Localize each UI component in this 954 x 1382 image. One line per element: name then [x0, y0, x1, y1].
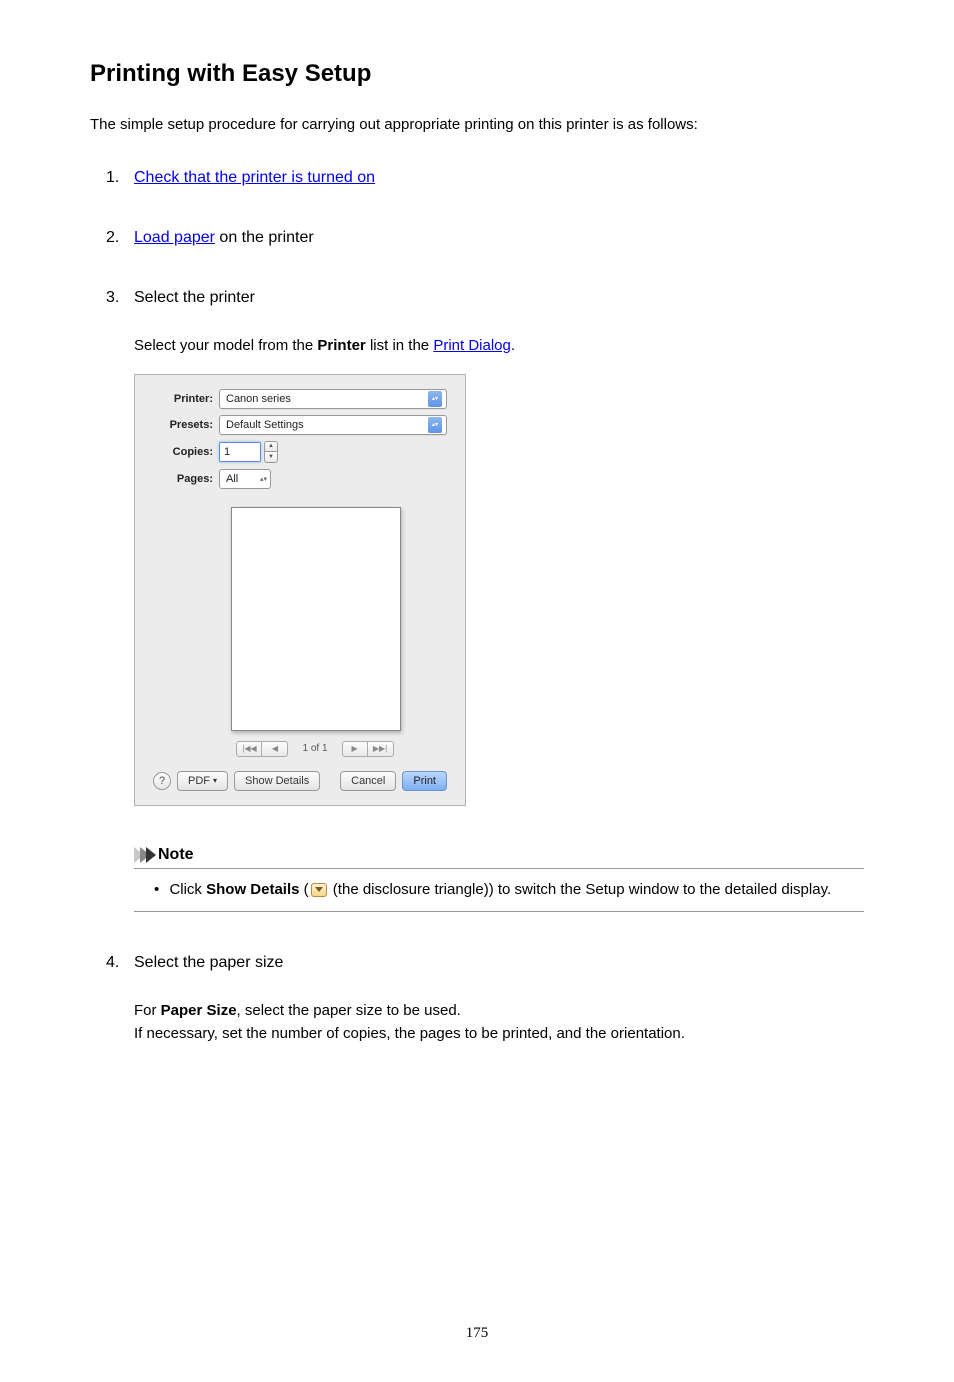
preview-nav: |◀◀ ◀ 1 of 1 ▶ ▶▶| [183, 741, 447, 757]
nav-last-icon[interactable]: ▶▶| [368, 741, 394, 757]
step-3-title: Select the printer [134, 289, 255, 306]
presets-select[interactable]: Default Settings ▴▾ [219, 415, 447, 435]
help-button[interactable]: ? [153, 772, 171, 790]
stepper-up-icon[interactable]: ▲ [264, 441, 278, 453]
select-arrows-icon: ▴▾ [428, 391, 442, 407]
note-box: Note Click Show Details ( (the disclosur… [134, 846, 864, 913]
page-preview [231, 507, 401, 731]
page-number: 175 [90, 1325, 864, 1342]
nav-prev-icon[interactable]: ◀ [262, 741, 288, 757]
printer-select[interactable]: Canon series ▴▾ [219, 389, 447, 409]
cancel-button[interactable]: Cancel [340, 771, 396, 791]
print-dialog-screenshot: Printer: Canon series ▴▾ Presets: Defaul… [134, 374, 466, 806]
pages-label: Pages: [153, 473, 219, 485]
steps-list: Check that the printer is turned on Load… [90, 169, 864, 1045]
show-details-button[interactable]: Show Details [234, 771, 320, 791]
copies-label: Copies: [153, 446, 219, 458]
printer-label: Printer: [153, 393, 219, 405]
step-4-title: Select the paper size [134, 954, 283, 971]
note-title: Note [158, 846, 194, 864]
step-3-subtext: Select your model from the Printer list … [134, 335, 864, 358]
step-3: Select the printer Select your model fro… [106, 289, 864, 912]
nav-first-icon[interactable]: |◀◀ [236, 741, 262, 757]
pages-value: All [226, 473, 238, 485]
step-4-subtext: For Paper Size, select the paper size to… [134, 1000, 864, 1045]
step-1-link[interactable]: Check that the printer is turned on [134, 169, 375, 186]
copies-input[interactable]: 1 [219, 442, 261, 462]
page-indicator: 1 of 1 [302, 743, 327, 754]
step-4: Select the paper size For Paper Size, se… [106, 954, 864, 1045]
nav-next-icon[interactable]: ▶ [342, 741, 368, 757]
intro-text: The simple setup procedure for carrying … [90, 116, 864, 133]
print-dialog-link[interactable]: Print Dialog [433, 337, 511, 354]
step-2: Load paper on the printer [106, 229, 864, 247]
pages-select[interactable]: All ▴▾ [219, 469, 271, 489]
pdf-button[interactable]: PDF [177, 771, 228, 791]
note-body: Click Show Details ( (the disclosure tri… [134, 879, 864, 913]
copies-stepper[interactable]: ▲ ▼ [264, 441, 278, 463]
presets-label: Presets: [153, 419, 219, 431]
presets-value: Default Settings [226, 419, 304, 431]
stepper-down-icon[interactable]: ▼ [264, 452, 278, 463]
step-2-link[interactable]: Load paper [134, 229, 215, 246]
select-arrows-icon: ▴▾ [428, 417, 442, 433]
disclosure-triangle-icon [311, 883, 327, 897]
select-arrows-icon: ▴▾ [260, 475, 267, 483]
page-title: Printing with Easy Setup [90, 60, 864, 88]
printer-value: Canon series [226, 393, 291, 405]
note-chevrons-icon [134, 847, 152, 863]
print-button[interactable]: Print [402, 771, 447, 791]
step-2-suffix: on the printer [215, 229, 314, 246]
step-1: Check that the printer is turned on [106, 169, 864, 187]
